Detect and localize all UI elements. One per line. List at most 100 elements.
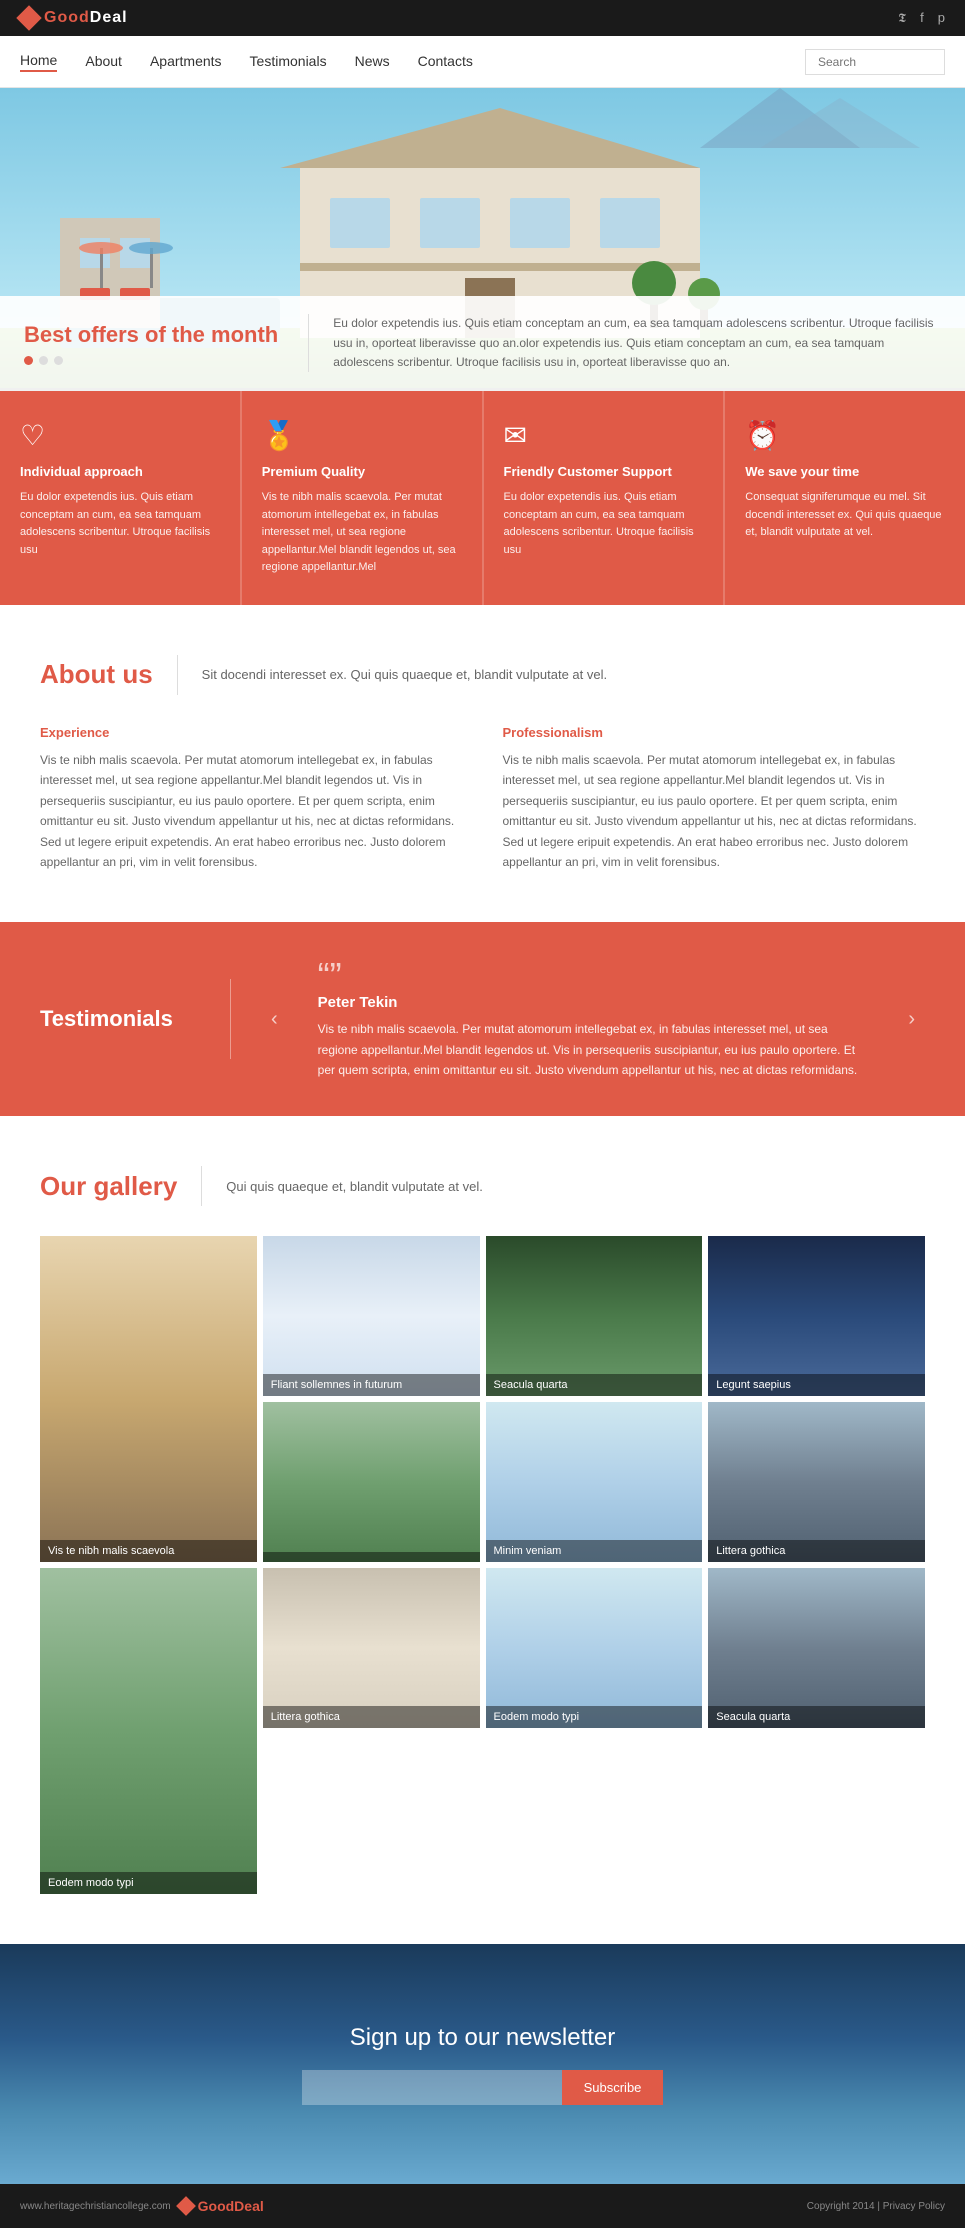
features-section: ♡ Individual approach Eu dolor expetendi… [0,388,965,605]
experience-text: Vis te nibh malis scaevola. Per mutat at… [40,750,463,872]
gallery-label-3: Seacula quarta [486,1374,703,1396]
professionalism-title: Professionalism [503,725,926,740]
heart-icon: ♡ [20,419,220,452]
feature-individual: ♡ Individual approach Eu dolor expetendi… [0,391,242,605]
gallery-item-3[interactable]: Seacula quarta [486,1236,703,1396]
gallery-label-4: Legunt saepius [708,1374,925,1396]
testimonial-author: Peter Tekin [318,994,869,1011]
nav-links: Home About Apartments Testimonials News … [20,52,805,72]
gallery-item-10[interactable]: Eodem modo typi [486,1568,703,1728]
footer-logo: GoodDeal [179,2198,264,2214]
gallery-section: Our gallery Qui quis quaeque et, blandit… [0,1116,965,1944]
gallery-title: Our gallery [40,1171,177,1202]
gallery-grid: Vis te nibh malis scaevola Fliant sollem… [40,1236,925,1894]
nav-contacts[interactable]: Contacts [418,53,473,71]
newsletter-email-input[interactable] [302,2070,562,2105]
newsletter-subscribe-button[interactable]: Subscribe [562,2070,664,2105]
gallery-item-5[interactable] [263,1402,480,1562]
gallery-item-8[interactable]: Eodem modo typi [40,1568,257,1894]
testimonial-text: Vis te nibh malis scaevola. Per mutat at… [318,1019,869,1080]
facebook-icon[interactable]: f [920,10,924,26]
hero-content: Best offers of the month Eu dolor expete… [0,296,965,388]
gallery-item-1[interactable]: Vis te nibh malis scaevola [40,1236,257,1562]
testimonials-section: Testimonials ‹ “” Peter Tekin Vis te nib… [0,922,965,1116]
nav-about[interactable]: About [85,53,122,71]
newsletter-section: Sign up to our newsletter Subscribe [0,1944,965,2184]
feature-quality: 🏅 Premium Quality Vis te nibh malis scae… [242,391,484,605]
gallery-header: Our gallery Qui quis quaeque et, blandit… [40,1166,925,1206]
testimonial-prev-button[interactable]: ‹ [261,1008,288,1031]
hero-banner: Best offers of the month Eu dolor expete… [0,88,965,388]
gallery-label-6: Minim veniam [486,1540,703,1562]
dot-2[interactable] [39,356,48,365]
brand-name: GoodDeal [44,9,128,27]
gallery-label-7: Littera gothica [708,1540,925,1562]
gallery-subtitle: Qui quis quaeque et, blandit vulputate a… [226,1179,483,1194]
top-bar: GoodDeal 𝕿 f p [0,0,965,36]
gallery-item-11[interactable]: Seacula quarta [708,1568,925,1728]
footer-url: www.heritagechristiancollege.com [20,2201,171,2212]
feature-title-3: Friendly Customer Support [504,464,704,479]
gallery-divider [201,1166,202,1206]
logo: GoodDeal [20,9,128,27]
dot-3[interactable] [54,356,63,365]
newsletter-form: Subscribe [302,2070,664,2105]
nav-news[interactable]: News [355,53,390,71]
feature-desc-2: Vis te nibh malis scaevola. Per mutat at… [262,489,462,577]
clock-icon: ⏰ [745,419,945,452]
gallery-item-4[interactable]: Legunt saepius [708,1236,925,1396]
testimonials-divider [230,979,231,1059]
about-section: About us Sit docendi interesset ex. Qui … [0,605,965,922]
twitter-icon[interactable]: 𝕿 [898,10,906,26]
hero-title-area: Best offers of the month [24,322,278,365]
hero-title: Best offers of the month [24,322,278,348]
footer-logo-icon [176,2197,196,2217]
about-experience: Experience Vis te nibh malis scaevola. P… [40,725,463,872]
section-divider [177,655,178,695]
gallery-label-5 [263,1552,480,1562]
gallery-label-2: Fliant sollemnes in futurum [263,1374,480,1396]
nav-testimonials[interactable]: Testimonials [250,53,327,71]
gallery-item-9[interactable]: Littera gothica [263,1568,480,1728]
about-professionalism: Professionalism Vis te nibh malis scaevo… [503,725,926,872]
hero-description: Eu dolor expetendis ius. Quis etiam conc… [308,314,941,372]
pinterest-icon[interactable]: p [938,10,945,26]
feature-time: ⏰ We save your time Consequat signiferum… [725,391,965,605]
footer-left: www.heritagechristiancollege.com GoodDea… [20,2198,264,2214]
gallery-item-6[interactable]: Minim veniam [486,1402,703,1562]
search-input[interactable] [805,49,945,75]
professionalism-text: Vis te nibh malis scaevola. Per mutat at… [503,750,926,872]
feature-title-2: Premium Quality [262,464,462,479]
quote-icon: “” [318,958,869,994]
about-columns: Experience Vis te nibh malis scaevola. P… [40,725,925,872]
about-subtitle: Sit docendi interesset ex. Qui quis quae… [202,667,607,682]
award-icon: 🏅 [262,419,462,452]
gallery-item-7[interactable]: Littera gothica [708,1402,925,1562]
feature-support: ✉ Friendly Customer Support Eu dolor exp… [484,391,726,605]
gallery-label-8: Eodem modo typi [40,1872,257,1894]
feature-desc-1: Eu dolor expetendis ius. Quis etiam conc… [20,489,220,559]
gallery-label-9: Littera gothica [263,1706,480,1728]
newsletter-title: Sign up to our newsletter [350,2024,616,2052]
testimonial-content: “” Peter Tekin Vis te nibh malis scaevol… [318,958,869,1080]
chat-icon: ✉ [504,419,704,452]
gallery-label-10: Eodem modo typi [486,1706,703,1728]
testimonial-next-button[interactable]: › [898,1008,925,1031]
about-title: About us [40,659,153,690]
gallery-label-11: Seacula quarta [708,1706,925,1728]
social-icons: 𝕿 f p [898,10,945,26]
feature-title-1: Individual approach [20,464,220,479]
feature-title-4: We save your time [745,464,945,479]
dot-1[interactable] [24,356,33,365]
feature-desc-3: Eu dolor expetendis ius. Quis etiam conc… [504,489,704,559]
footer-brand-name: GoodDeal [198,2198,264,2214]
nav-apartments[interactable]: Apartments [150,53,222,71]
feature-desc-4: Consequat signiferumque eu mel. Sit doce… [745,489,945,542]
logo-diamond-icon [16,5,41,30]
gallery-item-2[interactable]: Fliant sollemnes in futurum [263,1236,480,1396]
hero-dots [24,356,278,365]
experience-title: Experience [40,725,463,740]
footer: www.heritagechristiancollege.com GoodDea… [0,2184,965,2228]
nav-home[interactable]: Home [20,52,57,72]
gallery-label-1: Vis te nibh malis scaevola [40,1540,257,1562]
